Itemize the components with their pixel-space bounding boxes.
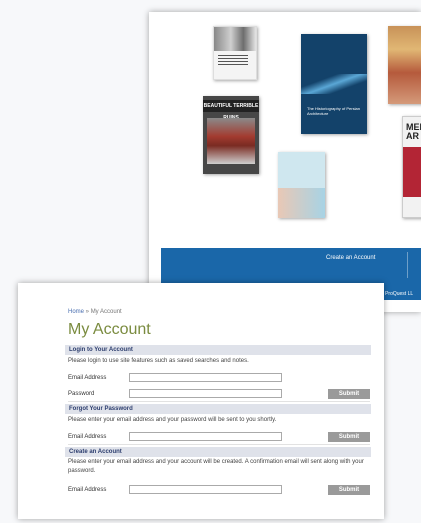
create-account-description: Please enter your email address and your… — [68, 459, 364, 474]
book-title: MEM AR — [406, 122, 421, 141]
book-cover[interactable] — [213, 26, 257, 80]
cover-text-lines — [218, 55, 248, 65]
book-cover[interactable]: BEAUTIFUL TERRIBLE RUINS — [203, 96, 259, 174]
copyright-text: © ProQuest LL — [380, 291, 414, 297]
create-account-section-header: Create an Account — [65, 447, 371, 457]
password-input[interactable] — [129, 389, 282, 398]
create-email-input[interactable] — [129, 485, 282, 494]
password-label: Password — [68, 391, 95, 397]
page-title: My Account — [68, 321, 151, 338]
forgot-password-section-header: Forgot Your Password — [65, 404, 371, 414]
cover-photo — [207, 118, 255, 164]
book-cover[interactable]: MEM AR — [402, 116, 421, 218]
create-account-link[interactable]: Create an Account — [326, 255, 375, 261]
create-email-label: Email Address — [68, 487, 107, 493]
cover-photo — [278, 188, 325, 218]
book-gallery-screenshot: The Historiography of Persian Architectu… — [149, 12, 421, 312]
forgot-email-label: Email Address — [68, 434, 107, 440]
forgot-password-description: Please enter your email address and your… — [68, 417, 277, 423]
cover-graphic — [301, 74, 367, 94]
create-submit-button[interactable]: Submit — [328, 485, 370, 495]
book-cover[interactable]: The Historiography of Persian Architectu… — [301, 34, 367, 134]
breadcrumb-separator: » — [84, 309, 91, 315]
login-email-label: Email Address — [68, 375, 107, 381]
book-title: BEAUTIFUL TERRIBLE RUINS — [203, 100, 259, 121]
breadcrumb-current: My Account — [90, 309, 122, 315]
cover-band — [403, 147, 421, 197]
forgot-email-input[interactable] — [129, 432, 282, 441]
login-submit-button[interactable]: Submit — [328, 389, 370, 399]
footer-divider — [407, 252, 408, 278]
divider — [68, 444, 370, 445]
cover-photo — [214, 27, 256, 51]
breadcrumb: Home » My Account — [68, 309, 122, 315]
login-section-header: Login to Your Account — [65, 345, 371, 355]
divider — [68, 401, 370, 402]
breadcrumb-home-link[interactable]: Home — [68, 309, 84, 315]
forgot-submit-button[interactable]: Submit — [328, 432, 370, 442]
book-cover[interactable] — [278, 152, 325, 218]
book-title: The Historiography of Persian Architectu… — [307, 106, 360, 116]
login-description: Please login to use site features such a… — [68, 358, 249, 364]
book-cover[interactable] — [388, 26, 421, 104]
my-account-screenshot: Home » My Account My Account Login to Yo… — [18, 283, 384, 519]
login-email-input[interactable] — [129, 373, 282, 382]
